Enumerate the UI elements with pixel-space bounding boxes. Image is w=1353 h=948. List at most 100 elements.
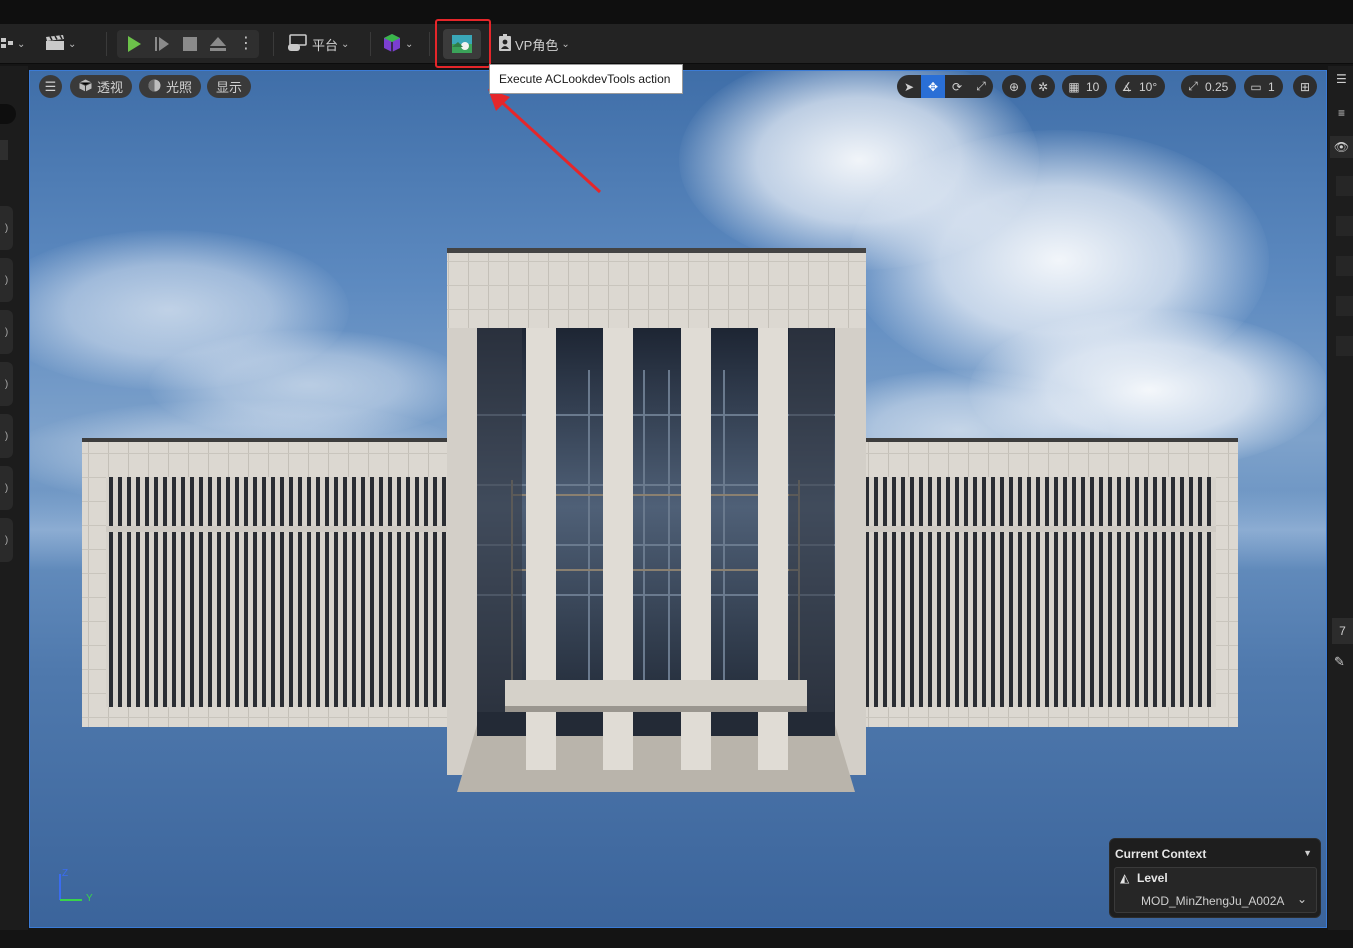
tooltip-text: Execute ACLookdevTools action xyxy=(499,72,671,86)
axis-z-label: Z xyxy=(62,868,69,879)
camera-icon: ▭ xyxy=(1250,79,1262,94)
rotate-tool-icon[interactable]: ⟳ xyxy=(945,75,969,98)
toolbar-separator xyxy=(370,32,371,56)
move-tool-icon[interactable]: ✥ xyxy=(921,75,945,98)
outliner-row[interactable] xyxy=(1336,256,1353,276)
collapsed-tab[interactable] xyxy=(0,140,8,160)
step-icon xyxy=(155,37,169,51)
outliner-row[interactable] xyxy=(1336,296,1353,316)
lighting-button[interactable]: 光照 xyxy=(139,75,202,98)
eye-icon[interactable]: 👁 xyxy=(1330,136,1353,158)
grid-snap-value: 10 xyxy=(1086,79,1100,94)
collapse-triangle-icon[interactable]: ▼ xyxy=(1303,848,1312,858)
camera-speed-control[interactable]: ▭ 1 xyxy=(1244,75,1283,98)
collapsed-list-item[interactable]: ) xyxy=(0,310,13,354)
show-label: 显示 xyxy=(216,80,243,95)
vp-role-button[interactable]: VP角色 ⌄ xyxy=(498,30,570,58)
blueprint-button[interactable]: ⌄ xyxy=(382,30,413,58)
platforms-button[interactable]: 平台 ⌄ xyxy=(287,30,349,58)
toolbar-separator xyxy=(273,32,274,56)
chevron-down-icon: ⌄ xyxy=(405,38,414,50)
vp-role-label: VP角色 xyxy=(515,37,559,53)
world-local-toggle[interactable]: ⊕ xyxy=(1002,75,1026,98)
collapsed-list-item[interactable]: ) xyxy=(0,258,13,302)
id-badge-icon xyxy=(498,33,512,55)
scale-snap-value: 0.25 xyxy=(1205,79,1229,94)
grid-snap-control[interactable]: ▦ 10 xyxy=(1062,75,1108,98)
outliner-row[interactable] xyxy=(1336,176,1353,196)
play-button[interactable] xyxy=(121,30,147,58)
tooltip: Execute ACLookdevTools action xyxy=(489,64,683,94)
advance-frame-button[interactable] xyxy=(149,30,175,58)
chevron-down-icon: ⌄ xyxy=(17,38,26,50)
hamburger-icon: ☰ xyxy=(44,78,57,94)
surface-snap-toggle[interactable]: ✲ xyxy=(1031,75,1055,98)
rotation-snap-value: 10° xyxy=(1139,79,1158,94)
outliner-row[interactable] xyxy=(1336,336,1353,356)
left-side-panel: ) ) ) ) ) ) ) xyxy=(0,66,28,932)
annotation-arrow xyxy=(488,89,602,194)
lit-sphere-icon xyxy=(148,79,161,95)
axis-gizmo: Z Y xyxy=(56,868,96,908)
highlight-box xyxy=(435,19,491,68)
level-viewport[interactable]: Z Y xyxy=(29,70,1327,928)
rotation-snap-control[interactable]: ∡ 10° xyxy=(1115,75,1166,98)
status-bar xyxy=(0,930,1353,948)
layout-grid-icon: ⊞ xyxy=(1299,79,1311,94)
edit-icon[interactable]: ✎ xyxy=(1334,654,1345,670)
modes-button[interactable]: ⌄ xyxy=(0,30,25,58)
eject-icon xyxy=(210,37,226,51)
level-mountain-icon: ◭ xyxy=(1120,871,1130,885)
current-context-title: Current Context xyxy=(1115,847,1207,861)
viewport-layout-button[interactable]: ⊞ xyxy=(1293,75,1317,98)
perspective-label: 透视 xyxy=(97,80,124,95)
stop-button[interactable] xyxy=(177,30,203,58)
filter-icon[interactable]: ≡ xyxy=(1338,106,1345,120)
play-icon xyxy=(128,36,141,52)
globe-icon: ⊕ xyxy=(1008,79,1020,94)
platforms-label: 平台 xyxy=(312,37,339,53)
collapsed-list-item[interactable]: ) xyxy=(0,518,13,562)
transform-tools: ➤ ✥ ⟳ ⤢ xyxy=(897,75,993,98)
collapsed-list-item[interactable]: ) xyxy=(0,414,13,458)
scale-snap-control[interactable]: ⤢ 0.25 xyxy=(1181,75,1237,98)
collapsed-list-item[interactable]: ) xyxy=(0,206,13,250)
scale-tool-icon[interactable]: ⤢ xyxy=(969,75,993,98)
outliner-row[interactable] xyxy=(1336,216,1353,236)
details-count: 7 xyxy=(1332,618,1353,644)
scale-arrow-icon: ⤢ xyxy=(1188,79,1198,93)
axis-y-label: Y xyxy=(86,893,93,904)
current-context-panel: Current Context ▼ ◭ Level MOD_MinZhengJu… xyxy=(1109,838,1321,918)
camera-speed-value: 1 xyxy=(1268,79,1275,94)
cinematics-button[interactable]: ⌄ xyxy=(45,30,76,58)
gamepad-monitor-icon xyxy=(287,33,309,55)
chevron-down-icon[interactable]: ⌄ xyxy=(1297,892,1307,906)
outliner-icon[interactable]: ☰ xyxy=(1336,72,1347,86)
play-options-button[interactable]: ⋮ xyxy=(233,30,259,58)
toolbar-separator xyxy=(429,32,430,56)
surface-snap-icon: ✲ xyxy=(1037,79,1049,94)
collapsed-list-item[interactable]: ) xyxy=(0,362,13,406)
chevron-down-icon: ⌄ xyxy=(341,38,350,50)
stop-icon xyxy=(183,37,197,51)
blueprint-cube-icon xyxy=(382,33,402,56)
grid-icon: ▦ xyxy=(1068,79,1080,94)
building-model xyxy=(82,248,1238,792)
chevron-down-icon: ⌄ xyxy=(68,38,77,50)
collapsed-list-item[interactable]: ) xyxy=(0,466,13,510)
context-level-box: ◭ Level MOD_MinZhengJu_A002A ⌄ xyxy=(1114,867,1317,913)
more-vertical-icon: ⋮ xyxy=(238,35,254,52)
select-tool-icon[interactable]: ➤ xyxy=(897,75,921,98)
show-button[interactable]: 显示 xyxy=(207,75,252,98)
viewport-menu-button[interactable]: ☰ xyxy=(39,75,62,98)
chevron-down-icon: ⌄ xyxy=(561,38,570,50)
level-label: Level xyxy=(1137,871,1168,885)
perspective-button[interactable]: 透视 xyxy=(70,75,133,98)
lighting-label: 光照 xyxy=(166,80,193,95)
cube-icon xyxy=(79,79,92,95)
level-map-name[interactable]: MOD_MinZhengJu_A002A xyxy=(1141,894,1284,908)
angle-icon: ∡ xyxy=(1121,79,1133,94)
collapsed-search[interactable] xyxy=(0,104,16,124)
clapperboard-icon xyxy=(45,34,65,54)
eject-button[interactable] xyxy=(205,30,231,58)
